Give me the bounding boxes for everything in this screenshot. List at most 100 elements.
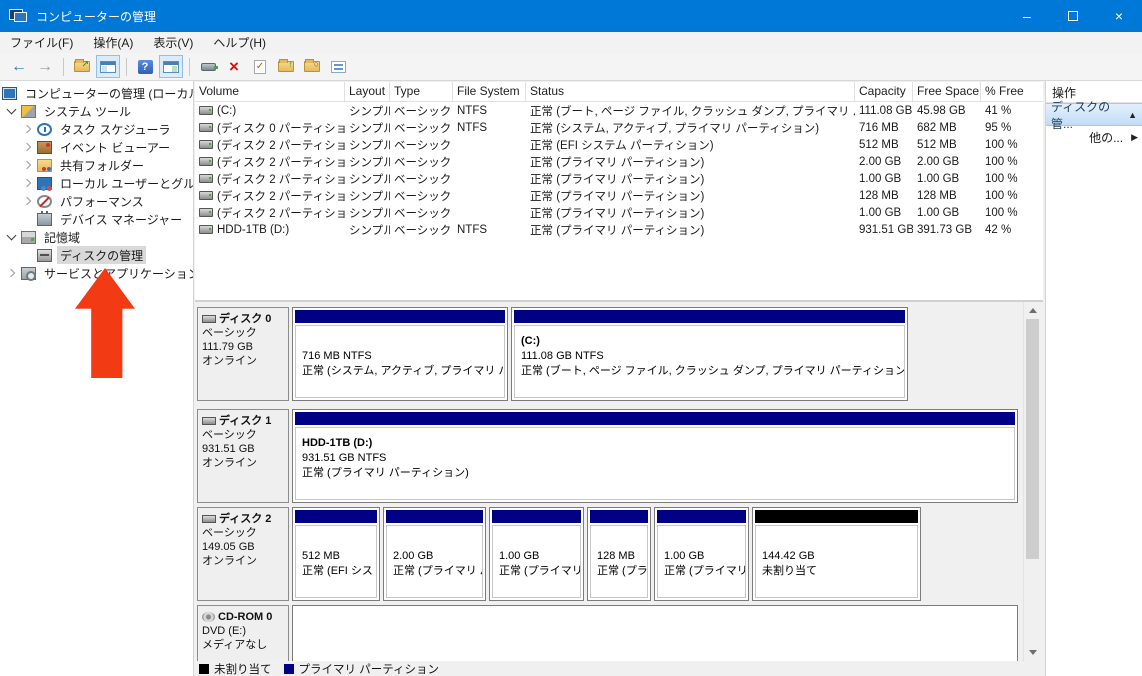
toolbar-separator xyxy=(63,58,64,76)
primary-partition-strip xyxy=(514,310,905,323)
disk2-unallocated[interactable]: 144.42 GB 未割り当て xyxy=(752,507,921,601)
menu-view[interactable]: 表示(V) xyxy=(143,32,203,53)
column-header-pctfree[interactable]: % Free xyxy=(981,82,1038,101)
system-tools-icon xyxy=(21,105,36,118)
computer-icon xyxy=(2,87,17,100)
volume-row[interactable]: (ディスク 2 パーティション 2) シンプル ベーシック 正常 (プライマリ … xyxy=(195,153,1043,170)
toolbar-separator xyxy=(126,58,127,76)
volume-row[interactable]: (C:) シンプル ベーシック NTFS 正常 (ブート, ページ ファイル, … xyxy=(195,102,1043,119)
disk1-label[interactable]: ディスク 1 ベーシック 931.51 GB オンライン xyxy=(197,409,289,503)
volume-row[interactable]: (ディスク 2 パーティション 1) シンプル ベーシック 正常 (EFI シス… xyxy=(195,136,1043,153)
primary-partition-strip xyxy=(295,310,505,323)
column-header-layout[interactable]: Layout xyxy=(345,82,390,101)
actions-disk-management-section[interactable]: ディスクの管... ▲ xyxy=(1046,103,1142,126)
tree-item-computer-management[interactable]: コンピューターの管理 (ローカル) xyxy=(0,84,193,102)
menu-action[interactable]: 操作(A) xyxy=(83,32,143,53)
disk0-label[interactable]: ディスク 0 ベーシック 111.79 GB オンライン xyxy=(197,307,289,401)
check-document-button[interactable]: ✓ xyxy=(248,55,272,78)
volume-icon xyxy=(199,191,213,200)
show-action-pane-button[interactable] xyxy=(159,55,183,78)
maximize-button[interactable] xyxy=(1050,0,1096,32)
volume-row[interactable]: (ディスク 2 パーティション 3) シンプル ベーシック 正常 (プライマリ … xyxy=(195,170,1043,187)
device-manager-icon xyxy=(37,213,52,226)
chevron-down-icon[interactable] xyxy=(7,231,17,241)
volume-row[interactable]: (ディスク 2 パーティション 5) シンプル ベーシック 正常 (プライマリ … xyxy=(195,204,1043,221)
cdrom-media-area[interactable] xyxy=(292,605,1018,661)
console-tree: コンピューターの管理 (ローカル) システム ツール タスク スケジューラ イベ… xyxy=(0,81,194,676)
collapse-icon[interactable]: ▲ xyxy=(1128,110,1137,120)
export-list-button[interactable]: ↗ xyxy=(70,55,94,78)
tree-item-shared-folders[interactable]: 共有フォルダー xyxy=(0,156,193,174)
chevron-right-icon[interactable] xyxy=(7,269,15,277)
close-button[interactable]: × xyxy=(1096,0,1142,32)
column-header-capacity[interactable]: Capacity xyxy=(855,82,913,101)
tree-item-performance[interactable]: パフォーマンス xyxy=(0,192,193,210)
device-tool-button[interactable] xyxy=(196,55,220,78)
volume-row[interactable]: (ディスク 2 パーティション 4) シンプル ベーシック 正常 (プライマリ … xyxy=(195,187,1043,204)
storage-icon xyxy=(21,231,36,244)
disk0-partition-system[interactable]: 716 MB NTFS 正常 (システム, アクティブ, プライマリ パーティ xyxy=(292,307,508,401)
disk2-partition-5[interactable]: 1.00 GB 正常 (プライマリ パ xyxy=(654,507,749,601)
column-header-type[interactable]: Type xyxy=(390,82,453,101)
expand-right-icon[interactable]: ▶ xyxy=(1131,132,1138,143)
menu-file[interactable]: ファイル(F) xyxy=(0,32,83,53)
unallocated-strip xyxy=(755,510,918,523)
properties-button[interactable] xyxy=(326,55,350,78)
disk2-partition-1[interactable]: 512 MB 正常 (EFI シス xyxy=(292,507,380,601)
disk0-partition-c[interactable]: (C:) 111.08 GB NTFS 正常 (ブート, ページ ファイル, ク… xyxy=(511,307,908,401)
chevron-right-icon[interactable] xyxy=(23,179,31,187)
disk2-label[interactable]: ディスク 2 ベーシック 149.05 GB オンライン xyxy=(197,507,289,601)
column-header-freespace[interactable]: Free Space xyxy=(913,82,981,101)
volume-icon xyxy=(199,106,213,115)
tree-item-local-users-groups[interactable]: ローカル ユーザーとグループ xyxy=(0,174,193,192)
volume-row[interactable]: HDD-1TB (D:) シンプル ベーシック NTFS 正常 (プライマリ パ… xyxy=(195,221,1043,238)
tree-item-disk-management[interactable]: ディスクの管理 xyxy=(0,246,193,264)
delete-button[interactable]: × xyxy=(222,55,246,78)
disk2-partition-3[interactable]: 1.00 GB 正常 (プライマリ パ xyxy=(489,507,584,601)
cdrom-label[interactable]: CD-ROM 0 DVD (E:) メディアなし xyxy=(197,605,289,661)
disk2-partition-4[interactable]: 128 MB 正常 (プラ xyxy=(587,507,651,601)
help-icon: ? xyxy=(138,60,153,74)
disk-graphical-view: ディスク 0 ベーシック 111.79 GB オンライン 716 MB NTFS… xyxy=(195,302,1043,661)
local-users-groups-icon xyxy=(37,177,52,190)
tree-item-task-scheduler[interactable]: タスク スケジューラ xyxy=(0,120,193,138)
help-button[interactable]: ? xyxy=(133,55,157,78)
disk-icon xyxy=(202,315,216,323)
vertical-scrollbar[interactable] xyxy=(1023,302,1040,661)
chevron-down-icon[interactable] xyxy=(7,105,17,115)
tree-item-event-viewer[interactable]: イベント ビューアー xyxy=(0,138,193,156)
volume-row[interactable]: (ディスク 0 パーティション 1) シンプル ベーシック NTFS 正常 (シ… xyxy=(195,119,1043,136)
folder-up-button[interactable]: ↑ xyxy=(274,55,298,78)
chevron-right-icon[interactable] xyxy=(23,143,31,151)
disk1-partition-d[interactable]: HDD-1TB (D:) 931.51 GB NTFS 正常 (プライマリ パー… xyxy=(292,409,1018,503)
disk2-partition-2[interactable]: 2.00 GB 正常 (プライマリ パー xyxy=(383,507,486,601)
menu-help[interactable]: ヘルプ(H) xyxy=(203,32,276,53)
chevron-right-icon[interactable] xyxy=(23,125,31,133)
computer-management-window: コンピューターの管理 – × ファイル(F) 操作(A) 表示(V) ヘルプ(H… xyxy=(0,0,1142,676)
scroll-up-button[interactable] xyxy=(1024,302,1041,319)
scrollbar-thumb[interactable] xyxy=(1026,319,1039,559)
chevron-right-icon[interactable] xyxy=(23,197,31,205)
tree-item-storage[interactable]: 記憶域 xyxy=(0,228,193,246)
scroll-down-button[interactable] xyxy=(1024,644,1041,661)
scroll-up-icon xyxy=(1029,308,1037,313)
primary-partition-strip xyxy=(492,510,581,523)
tree-item-system-tools[interactable]: システム ツール xyxy=(0,102,193,120)
minimize-button[interactable]: – xyxy=(1004,0,1050,32)
primary-legend-swatch xyxy=(284,664,294,674)
back-button[interactable]: ← xyxy=(7,55,31,78)
tree-item-services-applications[interactable]: サービスとアプリケーション xyxy=(0,264,193,282)
chevron-right-icon[interactable] xyxy=(23,161,31,169)
show-console-tree-button[interactable] xyxy=(96,55,120,78)
device-icon xyxy=(201,63,216,71)
toolbar: ← → ↗ ? × ✓ ↑ ○ xyxy=(0,53,1142,81)
folder-search-icon: ○ xyxy=(304,61,320,72)
volume-icon xyxy=(199,174,213,183)
forward-button[interactable]: → xyxy=(33,55,57,78)
column-header-status[interactable]: Status xyxy=(526,82,855,101)
document-check-icon: ✓ xyxy=(254,60,266,74)
column-header-volume[interactable]: Volume xyxy=(195,82,345,101)
folder-search-button[interactable]: ○ xyxy=(300,55,324,78)
tree-item-device-manager[interactable]: デバイス マネージャー xyxy=(0,210,193,228)
column-header-filesystem[interactable]: File System xyxy=(453,82,526,101)
